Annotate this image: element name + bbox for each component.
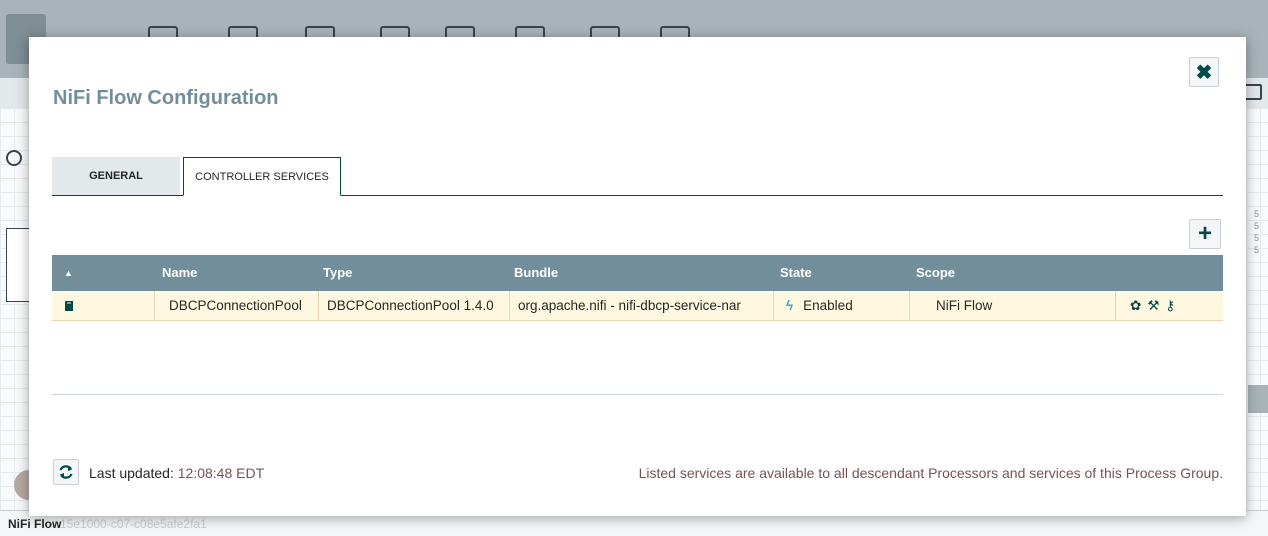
- gear-icon[interactable]: ✿: [1130, 298, 1141, 313]
- side-number: 5: [1254, 221, 1260, 231]
- table-bottom-divider: [52, 394, 1223, 395]
- flow-configuration-dialog: ✖ NiFi Flow Configuration GENERAL CONTRO…: [29, 37, 1246, 516]
- column-header-state[interactable]: State: [780, 255, 812, 291]
- state-label: Enabled: [803, 298, 853, 313]
- column-header-type[interactable]: Type: [323, 255, 352, 291]
- column-header-bundle[interactable]: Bundle: [514, 255, 558, 291]
- scope-note: Listed services are available to all des…: [638, 465, 1223, 481]
- service-state: ϟ Enabled: [773, 291, 909, 320]
- operate-icon[interactable]: [6, 150, 22, 166]
- refresh-icon: [59, 465, 73, 479]
- last-updated: Last updated: 12:08:48 EDT: [89, 465, 264, 481]
- lightning-icon: ϟ: [786, 298, 794, 313]
- service-name: DBCPConnectionPool: [154, 291, 318, 320]
- column-header-name[interactable]: Name: [162, 255, 197, 291]
- controller-services-table: ▲ Name Type Bundle State Scope DBCPConne…: [52, 255, 1223, 321]
- plus-icon: +: [1197, 220, 1212, 247]
- tab-general[interactable]: GENERAL: [52, 157, 180, 195]
- sort-indicator-icon[interactable]: ▲: [64, 255, 73, 291]
- service-bundle: org.apache.nifi - nifi-dbcp-service-nar: [509, 291, 773, 320]
- service-scope: NiFi Flow: [909, 291, 1115, 320]
- tab-bar: GENERAL CONTROLLER SERVICES: [52, 157, 1223, 196]
- dialog-title: NiFi Flow Configuration: [53, 87, 279, 109]
- side-numbers: 5 5 5 5: [1254, 208, 1259, 256]
- last-updated-time: 12:08:48 EDT: [177, 465, 265, 481]
- side-number: 5: [1254, 245, 1260, 255]
- navigate-icon[interactable]: [1244, 84, 1262, 100]
- book-icon[interactable]: [63, 300, 75, 312]
- usage-cell[interactable]: [52, 291, 154, 320]
- tab-controller-services[interactable]: CONTROLLER SERVICES: [183, 157, 341, 196]
- column-header-scope[interactable]: Scope: [916, 255, 955, 291]
- close-button[interactable]: ✖: [1189, 57, 1219, 87]
- disable-icon[interactable]: ⚒: [1147, 298, 1159, 313]
- row-actions: ✿ ⚒ ⚷: [1115, 291, 1223, 320]
- add-controller-service-button[interactable]: +: [1189, 219, 1221, 249]
- key-icon[interactable]: ⚷: [1165, 298, 1175, 313]
- table-header: ▲ Name Type Bundle State Scope: [52, 255, 1223, 291]
- refresh-button[interactable]: [53, 459, 79, 485]
- service-type: DBCPConnectionPool 1.4.0: [318, 291, 509, 320]
- breadcrumb-root[interactable]: NiFi Flow: [8, 517, 61, 531]
- side-number: 5: [1254, 209, 1260, 219]
- breadcrumb-group-id: 15e1000-c07-c08e5afe2fa1: [60, 517, 207, 531]
- close-icon: ✖: [1195, 61, 1213, 84]
- last-updated-label: Last updated:: [89, 465, 174, 481]
- side-number: 5: [1254, 233, 1260, 243]
- table-row[interactable]: DBCPConnectionPool DBCPConnectionPool 1.…: [52, 291, 1223, 321]
- side-panel: [1248, 385, 1268, 413]
